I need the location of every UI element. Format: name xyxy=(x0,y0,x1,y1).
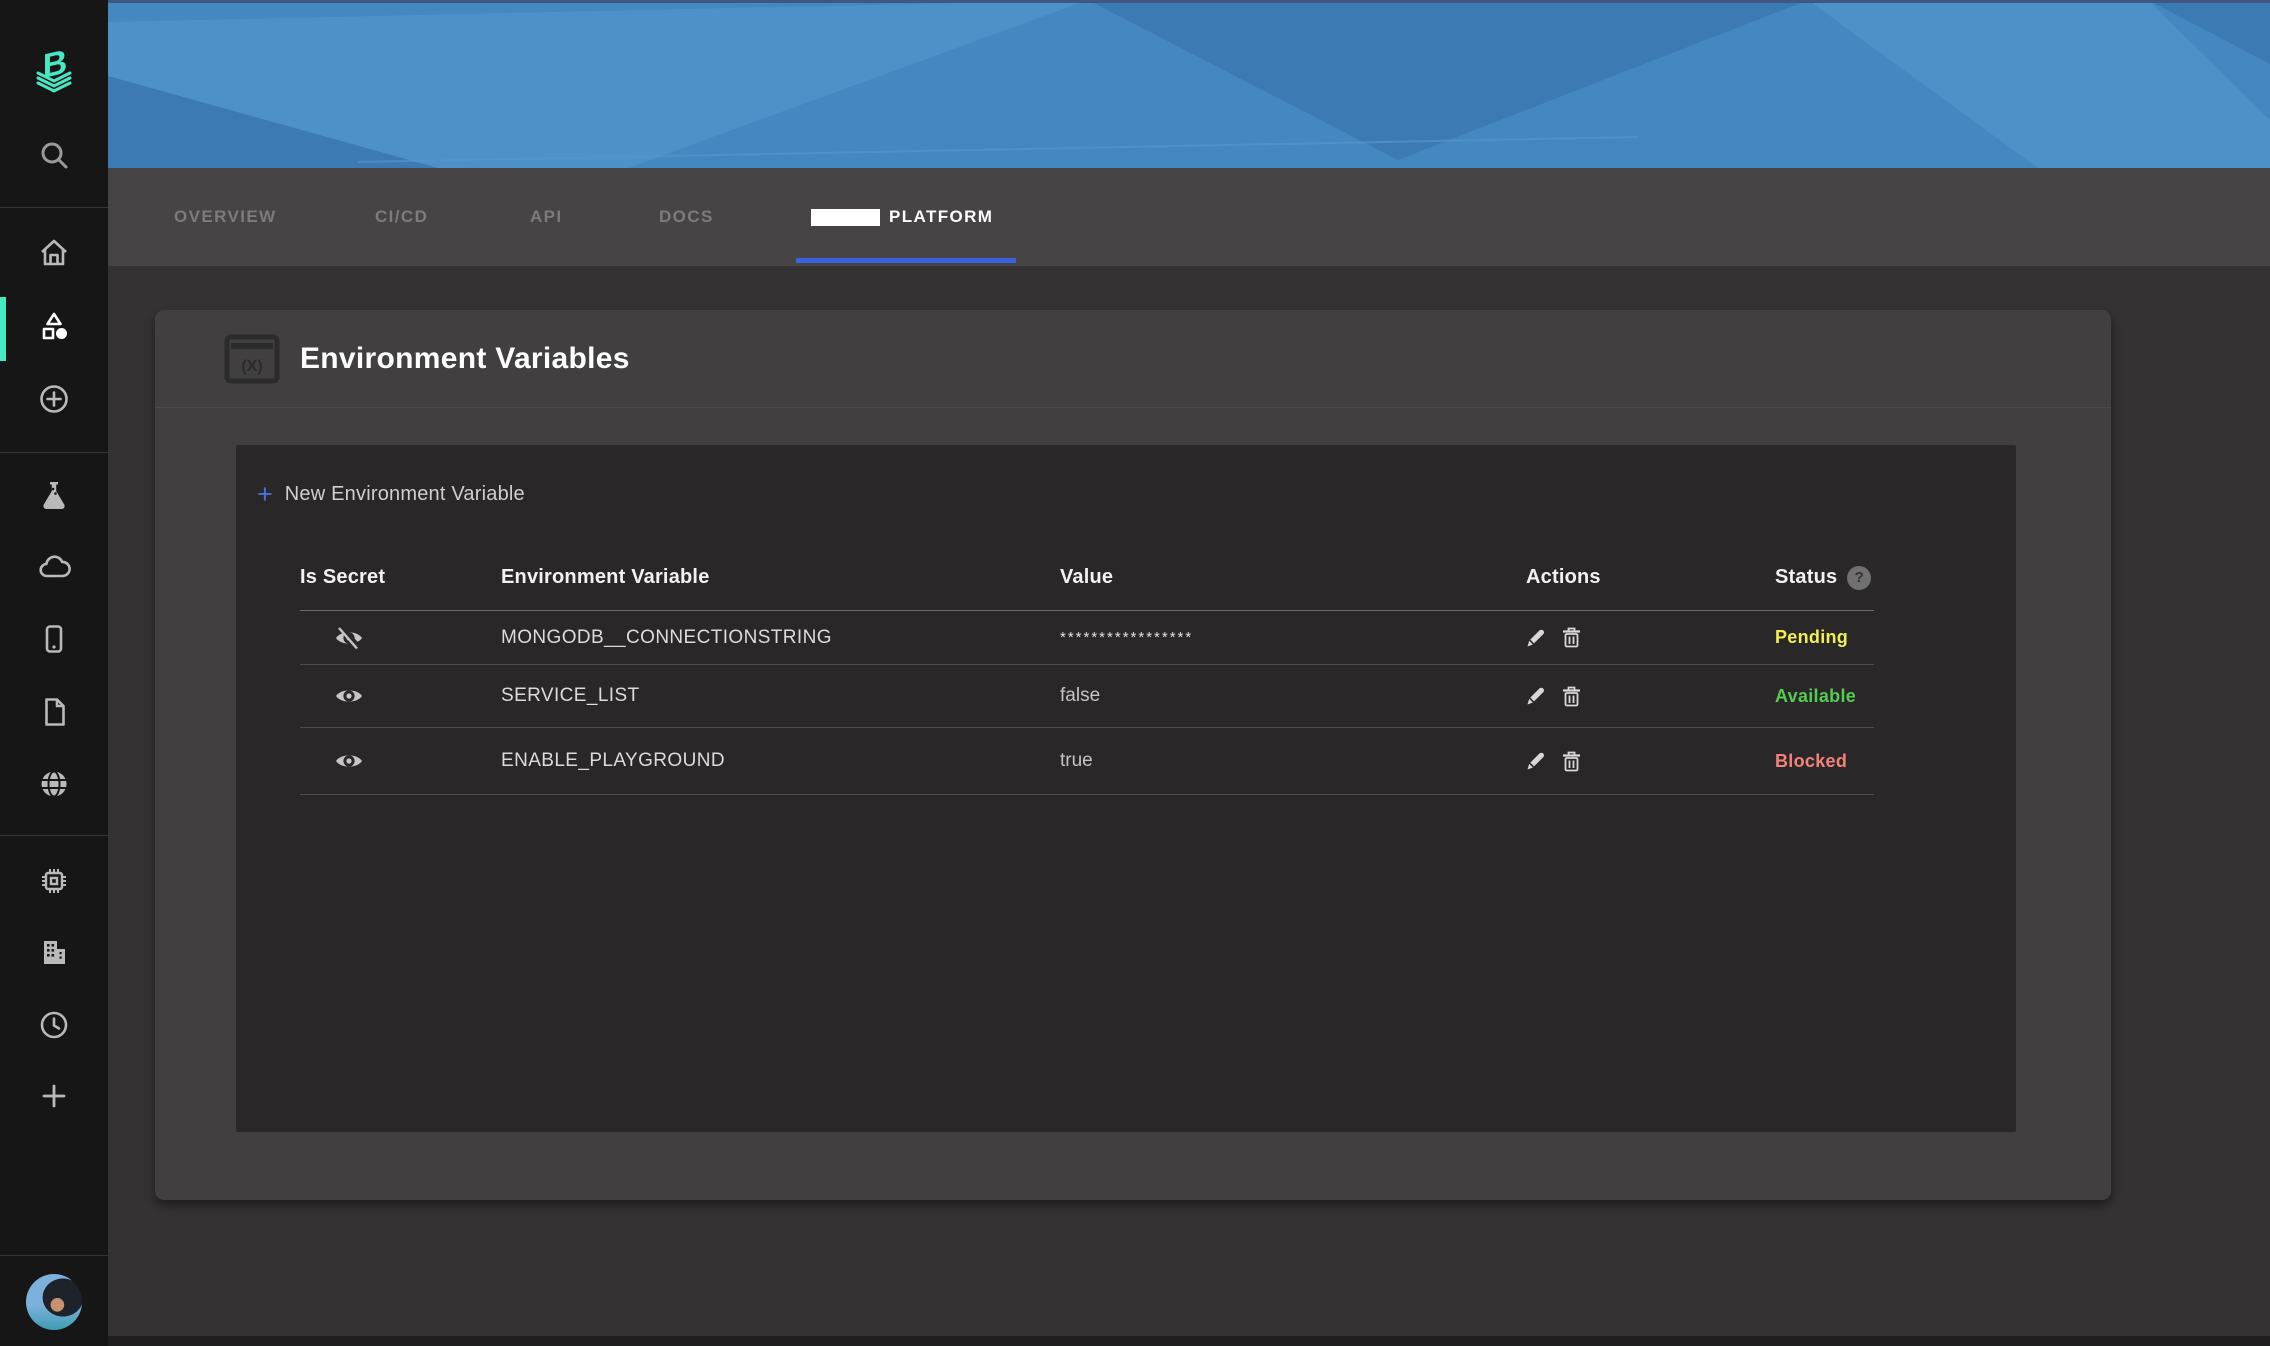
tab-platform[interactable]: PLATFORM xyxy=(811,168,993,266)
tab-cicd[interactable]: CI/CD xyxy=(375,168,428,266)
sidebar-divider xyxy=(0,835,108,836)
bottom-edge-strip xyxy=(108,1336,2270,1346)
sidebar-divider xyxy=(0,207,108,208)
header-banner xyxy=(108,0,2270,168)
status-help-icon[interactable]: ? xyxy=(1847,566,1871,590)
new-environment-variable-button[interactable]: + New Environment Variable xyxy=(257,481,525,508)
search-icon xyxy=(36,138,72,179)
column-header-variable: Environment Variable xyxy=(501,566,1060,589)
brand-logo[interactable]: B xyxy=(0,42,108,98)
search-button[interactable] xyxy=(0,140,108,176)
eye-icon[interactable] xyxy=(334,749,364,773)
top-tab-bar: OVERVIEW CI/CD API DOCS PLATFORM xyxy=(108,168,2270,266)
tab-api[interactable]: API xyxy=(530,168,563,266)
sidebar-item-documents[interactable] xyxy=(0,696,108,732)
add-circle-icon xyxy=(36,381,72,422)
sidebar-divider xyxy=(0,1255,108,1256)
sidebar-item-sandbox[interactable] xyxy=(0,479,108,515)
sidebar-item-integrations[interactable] xyxy=(0,865,108,901)
sidebar-item-cloud[interactable] xyxy=(0,551,108,587)
active-tab-underline xyxy=(796,258,1016,263)
sidebar-item-projects[interactable] xyxy=(0,311,108,347)
page-title: Environment Variables xyxy=(300,342,630,376)
column-header-actions: Actions xyxy=(1526,566,1775,589)
column-header-status: Status ? xyxy=(1775,566,1874,590)
home-icon xyxy=(36,235,72,276)
sidebar-item-mobile[interactable] xyxy=(0,623,108,659)
column-header-value: Value xyxy=(1060,566,1526,589)
table-row: MONGODB__CONNECTIONSTRING **************… xyxy=(300,611,1874,665)
status-badge: Blocked xyxy=(1775,751,1874,772)
sidebar-divider xyxy=(0,452,108,453)
organization-building-icon xyxy=(36,934,72,975)
svg-text:(X): (X) xyxy=(241,358,262,375)
cloud-icon xyxy=(36,549,72,590)
delete-trash-icon[interactable] xyxy=(1562,751,1581,772)
sidebar-item-web[interactable] xyxy=(0,768,108,804)
document-icon xyxy=(36,694,72,735)
stacked-layers-logo-icon: B xyxy=(26,40,82,101)
edit-pencil-icon[interactable] xyxy=(1526,686,1546,706)
table-row: SERVICE_LIST false xyxy=(300,665,1874,728)
banner-geometric-art xyxy=(108,0,2270,168)
delete-trash-icon[interactable] xyxy=(1562,627,1581,648)
user-avatar[interactable] xyxy=(26,1274,82,1330)
plus-icon: + xyxy=(257,481,273,508)
table-header-row: Is Secret Environment Variable Value Act… xyxy=(300,545,1874,611)
chip-icon xyxy=(36,863,72,904)
table-row: ENABLE_PLAYGROUND true xyxy=(300,728,1874,795)
edit-pencil-icon[interactable] xyxy=(1526,751,1546,771)
variables-window-icon: (X) xyxy=(224,334,280,384)
sidebar: B xyxy=(0,0,108,1346)
environment-variables-table: Is Secret Environment Variable Value Act… xyxy=(300,545,1874,795)
main-content: (X) Environment Variables + New Environm… xyxy=(108,266,2270,1336)
edit-pencil-icon[interactable] xyxy=(1526,628,1546,648)
sidebar-item-organization[interactable] xyxy=(0,936,108,972)
mobile-phone-icon xyxy=(36,621,72,662)
tab-overview[interactable]: OVERVIEW xyxy=(174,168,277,266)
history-clock-icon xyxy=(36,1007,72,1048)
projects-shapes-icon xyxy=(36,309,72,350)
eye-icon[interactable] xyxy=(334,684,364,708)
status-badge: Available xyxy=(1775,686,1874,707)
sidebar-item-add[interactable] xyxy=(0,383,108,419)
svg-text:B: B xyxy=(43,42,68,85)
environment-variables-card: (X) Environment Variables + New Environm… xyxy=(155,310,2111,1200)
tab-logo-block xyxy=(811,209,880,226)
status-badge: Pending xyxy=(1775,627,1874,648)
delete-trash-icon[interactable] xyxy=(1562,686,1581,707)
globe-icon xyxy=(36,766,72,807)
column-header-is-secret: Is Secret xyxy=(300,566,501,589)
sidebar-item-add-new[interactable] xyxy=(0,1080,108,1116)
tab-docs[interactable]: DOCS xyxy=(659,168,714,266)
eye-off-icon[interactable] xyxy=(334,626,364,650)
sidebar-item-home[interactable] xyxy=(0,237,108,273)
variables-panel: + New Environment Variable Is Secret Env… xyxy=(236,445,2016,1132)
sidebar-item-history[interactable] xyxy=(0,1009,108,1045)
lab-flask-icon xyxy=(36,477,72,518)
plus-icon xyxy=(36,1078,72,1119)
card-header: (X) Environment Variables xyxy=(155,310,2111,408)
